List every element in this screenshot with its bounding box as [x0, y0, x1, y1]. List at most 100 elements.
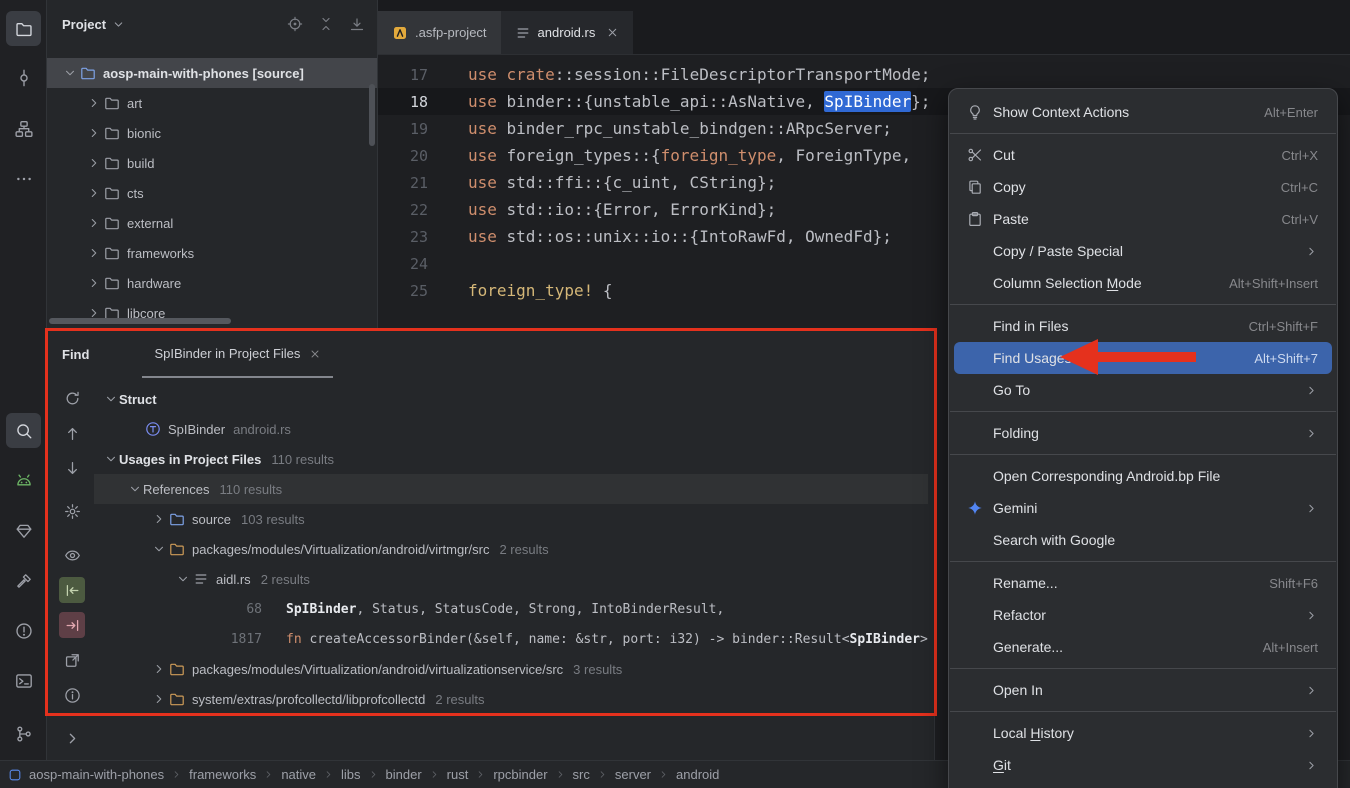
breadcrumb-item-server[interactable]: server: [615, 767, 651, 782]
chevron-down-icon[interactable]: [150, 542, 167, 556]
version-control-icon[interactable]: [6, 716, 41, 751]
menu-item-gemini[interactable]: Gemini: [954, 492, 1332, 524]
find-usage-line-68[interactable]: 68SpIBinder, Status, StatusCode, Strong,…: [94, 594, 928, 624]
project-panel-title[interactable]: Project: [62, 17, 106, 32]
problems-tool-icon[interactable]: [6, 613, 41, 648]
menu-item-local-history[interactable]: Local History: [954, 717, 1332, 749]
hide-panel-icon[interactable]: [349, 16, 365, 32]
breadcrumb-item-aosp-main-with-phones[interactable]: aosp-main-with-phones: [29, 767, 164, 782]
project-tool-icon[interactable]: [6, 11, 41, 46]
breadcrumb-item-rpcbinder[interactable]: rpcbinder: [493, 767, 547, 782]
chevron-right-icon[interactable]: [85, 216, 102, 230]
menu-item-folding[interactable]: Folding: [954, 417, 1332, 449]
menu-item-find-usages[interactable]: Find UsagesAlt+Shift+7: [954, 342, 1332, 374]
project-tree-item-cts[interactable]: cts: [47, 178, 377, 208]
scroll-to-source-icon[interactable]: [59, 577, 85, 603]
menu-item-search-with-google[interactable]: Search with Google: [954, 524, 1332, 556]
next-occurrence-icon[interactable]: [59, 455, 85, 481]
chevron-right-icon[interactable]: [150, 512, 167, 526]
terminal-tool-icon[interactable]: [6, 663, 41, 698]
menu-item-open-corresponding-android-bp-file[interactable]: Open Corresponding Android.bp File: [954, 460, 1332, 492]
find-usage-line-1817[interactable]: 1817fn createAccessorBinder(&self, name:…: [94, 624, 928, 654]
menu-item-open-in[interactable]: Open In: [954, 674, 1332, 706]
menu-item-cut[interactable]: CutCtrl+X: [954, 139, 1332, 171]
menu-item-copy[interactable]: CopyCtrl+C: [954, 171, 1332, 203]
find-results-tab[interactable]: SpIBinder in Project Files: [142, 331, 333, 378]
chevron-right-icon[interactable]: [85, 96, 102, 110]
close-icon[interactable]: [309, 348, 321, 360]
chevron-down-icon[interactable]: [126, 482, 143, 496]
find-row-references[interactable]: References110 results: [94, 474, 928, 504]
menu-item-go-to[interactable]: Go To: [954, 374, 1332, 406]
project-tree-item-bionic[interactable]: bionic: [47, 118, 377, 148]
structure-tool-icon[interactable]: [6, 111, 41, 146]
chevron-right-icon[interactable]: [150, 662, 167, 676]
find-row-packages-modules-virtualization-android-virtmgr-src[interactable]: packages/modules/Virtualization/android/…: [94, 534, 928, 564]
menu-item-git[interactable]: Git: [954, 749, 1332, 781]
scroll-from-source-icon[interactable]: [59, 612, 85, 638]
breadcrumb-item-binder[interactable]: binder: [386, 767, 422, 782]
menu-item-column-selection-mode[interactable]: Column Selection ModeAlt+Shift+Insert: [954, 267, 1332, 299]
find-row-packages-modules-virtualization-android-virtualizationservice-src[interactable]: packages/modules/Virtualization/android/…: [94, 654, 928, 684]
breadcrumb-item-android[interactable]: android: [676, 767, 719, 782]
menu-item-refactor[interactable]: Refactor: [954, 599, 1332, 631]
menu-item-show-context-actions[interactable]: Show Context ActionsAlt+Enter: [954, 96, 1332, 128]
find-row-struct[interactable]: Struct: [94, 384, 928, 414]
chevron-right-icon[interactable]: [85, 156, 102, 170]
open-in-new-tab-icon[interactable]: [59, 647, 85, 673]
running-devices-icon[interactable]: [6, 463, 41, 498]
menu-item-copy-paste-special[interactable]: Copy / Paste Special: [954, 235, 1332, 267]
menu-item-paste[interactable]: PasteCtrl+V: [954, 203, 1332, 235]
menu-item-generate[interactable]: Generate...Alt+Insert: [954, 631, 1332, 663]
project-horizontal-scrollbar[interactable]: [49, 318, 231, 324]
editor-tab-android-rs[interactable]: android.rs: [501, 11, 634, 54]
locate-file-icon[interactable]: [287, 16, 303, 32]
breadcrumb-item-native[interactable]: native: [281, 767, 316, 782]
info-icon[interactable]: [59, 682, 85, 708]
project-vertical-scrollbar[interactable]: [369, 84, 375, 146]
search-tool-icon[interactable]: [6, 413, 41, 448]
find-row-usages-in-project-files[interactable]: Usages in Project Files110 results: [94, 444, 928, 474]
project-tree-item-frameworks[interactable]: frameworks: [47, 238, 377, 268]
chevron-down-icon[interactable]: [61, 66, 78, 80]
project-tree-item-aosp-main-with-phones-source[interactable]: aosp-main-with-phones [source]: [47, 58, 377, 88]
breadcrumb-item-frameworks[interactable]: frameworks: [189, 767, 256, 782]
collapse-all-icon[interactable]: [318, 16, 334, 32]
device-manager-icon[interactable]: [6, 513, 41, 548]
chevron-down-icon[interactable]: [112, 18, 125, 31]
chevron-down-icon[interactable]: [174, 572, 191, 586]
preview-usages-icon[interactable]: [59, 542, 85, 568]
settings-icon[interactable]: [59, 498, 85, 524]
project-tree-item-build[interactable]: build: [47, 148, 377, 178]
breadcrumb-separator-icon: [368, 769, 379, 780]
rerun-search-icon[interactable]: [59, 385, 85, 411]
chevron-right-icon[interactable]: [85, 276, 102, 290]
submenu-arrow-icon: [1305, 384, 1318, 397]
find-row-source[interactable]: source103 results: [94, 504, 928, 534]
find-row-aidl-rs[interactable]: aidl.rs2 results: [94, 564, 928, 594]
menu-item-rename[interactable]: Rename...Shift+F6: [954, 567, 1332, 599]
chevron-down-icon[interactable]: [102, 392, 119, 406]
code-line-17[interactable]: 17use crate::session::FileDescriptorTran…: [378, 61, 1350, 88]
chevron-right-icon[interactable]: [85, 246, 102, 260]
close-icon[interactable]: [606, 26, 619, 39]
breadcrumb-item-rust[interactable]: rust: [447, 767, 469, 782]
editor-tab-asfp-project[interactable]: .asfp-project: [378, 11, 501, 54]
project-tree-item-external[interactable]: external: [47, 208, 377, 238]
find-row-spibinder[interactable]: SpIBinderandroid.rs: [94, 414, 928, 444]
build-tool-icon[interactable]: [6, 563, 41, 598]
expand-toolbar-icon[interactable]: [59, 725, 85, 751]
chevron-right-icon[interactable]: [150, 692, 167, 706]
more-tool-windows-icon[interactable]: [6, 161, 41, 196]
chevron-right-icon[interactable]: [85, 126, 102, 140]
find-row-system-extras-profcollectd-libprofcollectd[interactable]: system/extras/profcollectd/libprofcollec…: [94, 684, 928, 714]
project-tree-item-hardware[interactable]: hardware: [47, 268, 377, 298]
menu-item-find-in-files[interactable]: Find in FilesCtrl+Shift+F: [954, 310, 1332, 342]
chevron-down-icon[interactable]: [102, 452, 119, 466]
commit-tool-icon[interactable]: [6, 60, 41, 95]
chevron-right-icon[interactable]: [85, 186, 102, 200]
project-tree-item-art[interactable]: art: [47, 88, 377, 118]
breadcrumb-item-libs[interactable]: libs: [341, 767, 361, 782]
breadcrumb-item-src[interactable]: src: [573, 767, 590, 782]
previous-occurrence-icon[interactable]: [59, 420, 85, 446]
